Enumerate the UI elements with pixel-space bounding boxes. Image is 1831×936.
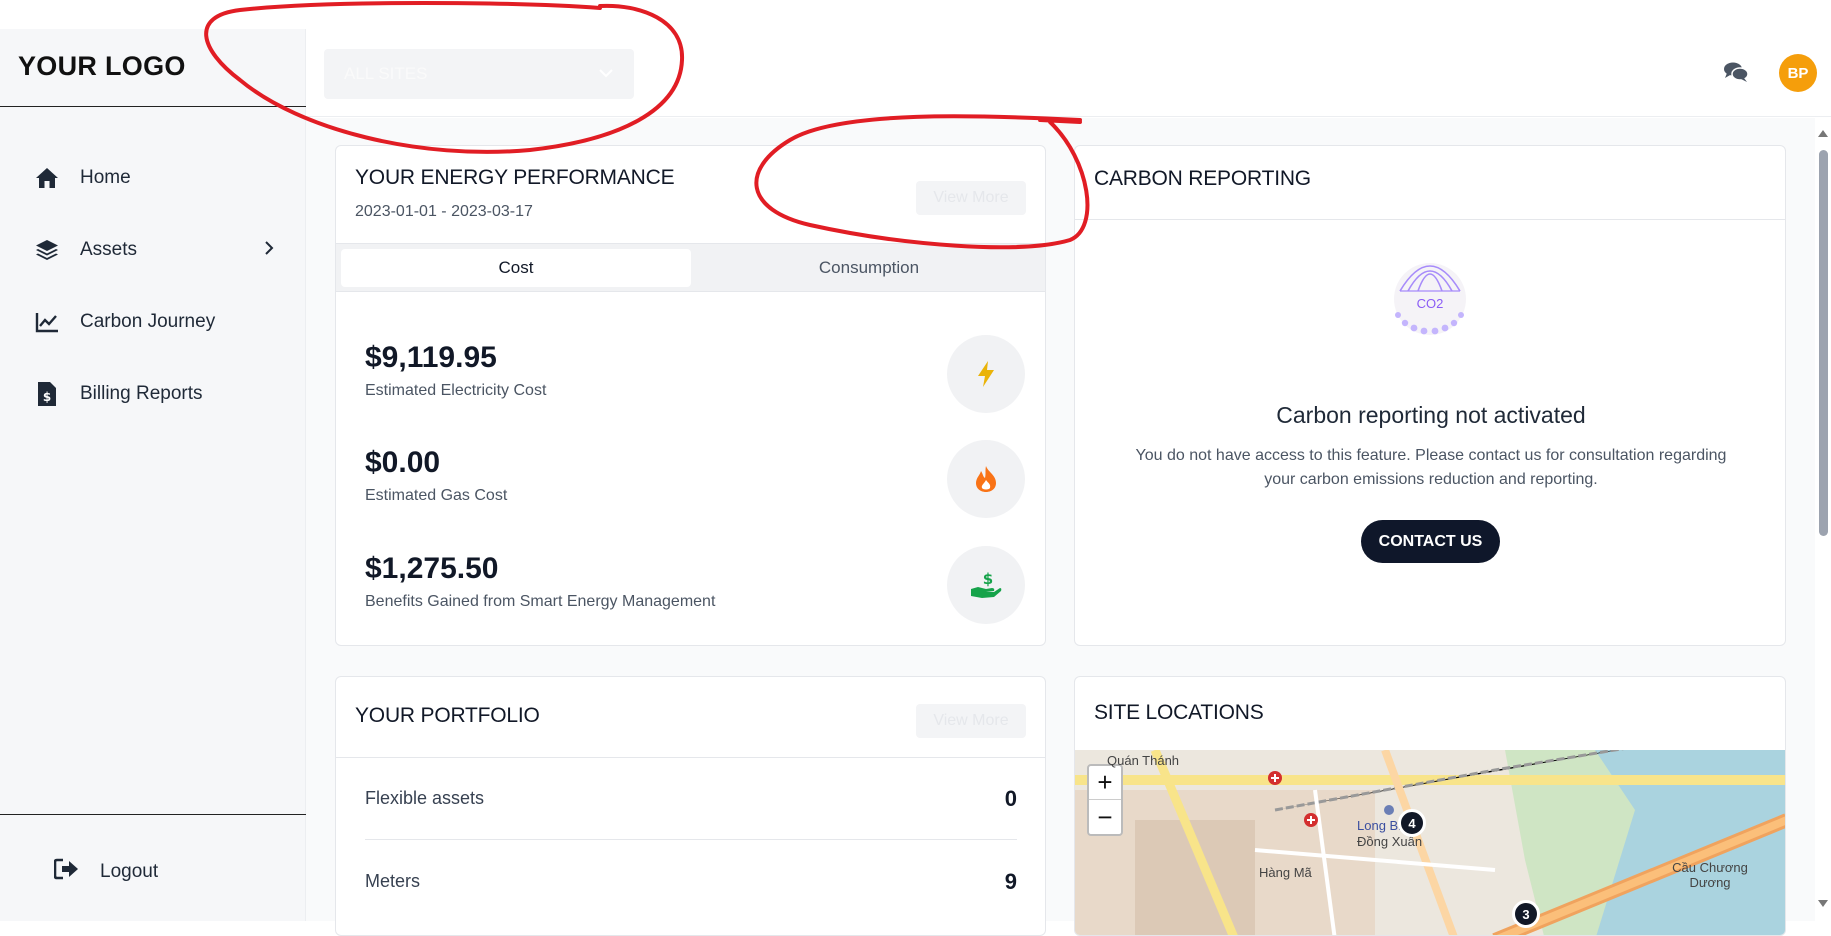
energy-performance-card: YOUR ENERGY PERFORMANCE 2023-01-01 - 202… (335, 145, 1046, 646)
sidebar-item-label: Carbon Journey (80, 311, 216, 332)
metric-label: Benefits Gained from Smart Energy Manage… (365, 593, 716, 610)
map-cluster-marker[interactable]: 3 (1512, 900, 1540, 928)
co2-label: CO2 (1416, 296, 1444, 311)
svg-text:$: $ (43, 390, 51, 404)
site-select-value: ALL SITES (344, 64, 428, 83)
zoom-in-button[interactable]: + (1089, 766, 1121, 800)
scroll-thumb[interactable] (1819, 150, 1828, 536)
date-range: 2023-01-01 - 2023-03-17 (355, 203, 533, 220)
sidebar: YOUR LOGO Home Assets Carbon Journey $ B… (0, 29, 306, 921)
scrollbar[interactable] (1815, 118, 1831, 921)
layers-icon (34, 237, 60, 263)
metric-electricity: $9,119.95 Estimated Electricity Cost (365, 335, 1025, 421)
avatar[interactable]: BP (1779, 54, 1817, 92)
zoom-out-button[interactable]: − (1089, 800, 1121, 834)
home-icon (34, 165, 60, 191)
logo[interactable]: YOUR LOGO (18, 51, 186, 82)
tab-consumption[interactable]: Consumption (696, 249, 1042, 287)
app-root: YOUR LOGO Home Assets Carbon Journey $ B… (0, 0, 1831, 936)
invoice-icon: $ (34, 381, 60, 407)
divider (336, 291, 1045, 292)
sidebar-item-label: Assets (80, 239, 138, 260)
chat-icon[interactable] (1723, 61, 1749, 88)
portfolio-row: Flexible assets 0 (365, 758, 1017, 840)
tab-cost[interactable]: Cost (341, 249, 691, 287)
site-select[interactable]: ALL SITES (324, 49, 634, 99)
metric-label: Estimated Gas Cost (365, 487, 508, 504)
portfolio-row: Meters 9 (365, 841, 1017, 923)
map-zoom-control: + − (1087, 764, 1123, 836)
metric-value: $0.00 (365, 446, 441, 479)
view-more-button[interactable]: View More (916, 704, 1026, 738)
hand-dollar-icon: $ (947, 546, 1025, 624)
map-label: Hàng Mã (1259, 865, 1312, 880)
row-value: 0 (1004, 786, 1017, 811)
card-title: SITE LOCATIONS (1094, 701, 1264, 724)
map-tiles (1075, 750, 1785, 935)
metric-gas: $0.00 Estimated Gas Cost (365, 440, 1025, 526)
carbon-heading: Carbon reporting not activated (1276, 402, 1586, 428)
metric-benefits: $1,275.50 Benefits Gained from Smart Ene… (365, 546, 1025, 632)
row-label: Meters (365, 871, 421, 891)
portfolio-card: YOUR PORTFOLIO View More Flexible assets… (335, 676, 1046, 936)
site-locations-card: SITE LOCATIONS + − Quán Thánh Hàng Mã Lo… (1074, 676, 1786, 936)
row-value: 9 (1004, 869, 1017, 894)
sidebar-nav: Home Assets Carbon Journey $ Billing Rep… (0, 142, 306, 430)
carbon-reporting-card: CARBON REPORTING CO2 Carbon reporting no… (1074, 145, 1786, 646)
divider (1075, 219, 1785, 220)
card-title: YOUR PORTFOLIO (355, 704, 540, 727)
scroll-up-arrow-icon[interactable] (1818, 130, 1828, 137)
chart-line-icon (34, 309, 60, 335)
tab-bar: Cost Consumption (336, 243, 1045, 291)
sidebar-item-label: Billing Reports (80, 383, 203, 404)
lightning-icon (947, 335, 1025, 413)
carbon-message: You do not have access to this feature. … (1135, 447, 1727, 488)
svg-text:$: $ (983, 571, 993, 588)
sidebar-item-billing-reports[interactable]: $ Billing Reports (0, 358, 306, 430)
sidebar-item-label: Home (80, 167, 131, 188)
metric-value: $1,275.50 (365, 552, 499, 585)
sidebar-item-assets[interactable]: Assets (0, 214, 306, 286)
metric-value: $9,119.95 (365, 341, 497, 374)
chevron-right-icon (264, 240, 274, 261)
logo-divider (0, 106, 306, 107)
view-more-button[interactable]: View More (916, 181, 1026, 215)
scroll-down-arrow-icon[interactable] (1818, 900, 1828, 907)
row-label: Flexible assets (365, 788, 485, 808)
sidebar-item-home[interactable]: Home (0, 142, 306, 214)
card-title: CARBON REPORTING (1094, 167, 1311, 190)
site-map[interactable]: + − Quán Thánh Hàng Mã Long Biên Đồng Xu… (1075, 750, 1785, 935)
sidebar-divider (0, 814, 306, 815)
logout-icon (53, 858, 80, 885)
metric-label: Estimated Electricity Cost (365, 382, 547, 399)
top-header: ALL SITES BP (306, 29, 1831, 117)
map-label: Quán Thánh (1107, 753, 1180, 768)
map-cluster-marker[interactable]: 4 (1398, 809, 1426, 837)
map-label: Cầu Chương Dương (1672, 860, 1748, 890)
top-blank (0, 0, 1831, 29)
card-title: YOUR ENERGY PERFORMANCE (355, 166, 675, 189)
main-content: YOUR ENERGY PERFORMANCE 2023-01-01 - 202… (306, 118, 1815, 936)
flame-icon (947, 440, 1025, 518)
contact-us-button[interactable]: CONTACT US (1361, 520, 1500, 563)
logout-button[interactable]: Logout (53, 858, 159, 885)
sidebar-item-carbon-journey[interactable]: Carbon Journey (0, 286, 306, 358)
logout-label: Logout (100, 860, 159, 882)
chevron-down-icon (598, 65, 614, 83)
